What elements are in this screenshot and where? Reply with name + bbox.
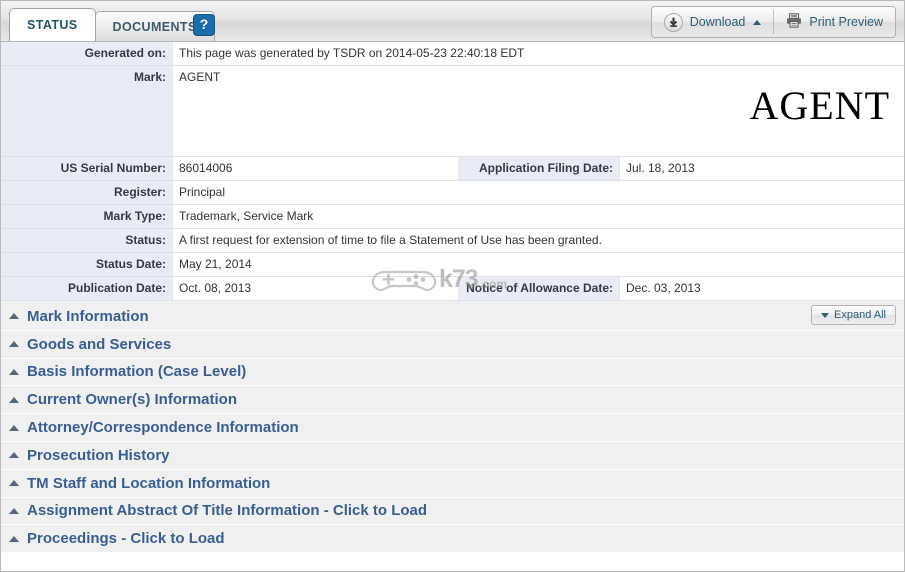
row-generated-on: Generated on: This page was generated by… — [1, 42, 904, 66]
generated-on-value: This page was generated by TSDR on 2014-… — [172, 42, 904, 65]
row-mark: Mark: AGENT AGENT — [1, 66, 904, 157]
row-mark-type: Mark Type: Trademark, Service Mark — [1, 205, 904, 229]
section-label: Attorney/Correspondence Information — [27, 419, 299, 437]
section-list: Expand All Mark Information Goods and Se… — [1, 301, 904, 554]
section-mark-information[interactable]: Mark Information — [1, 303, 904, 331]
collapse-caret-icon — [9, 452, 19, 459]
section-label: Basis Information (Case Level) — [27, 363, 247, 381]
expand-all-button[interactable]: Expand All — [811, 305, 896, 325]
us-serial-number-value: 86014006 — [172, 157, 458, 180]
toolbar: STATUS DOCUMENTS ? Download Print Previe… — [1, 1, 904, 42]
notice-of-allowance-date-label: Notice of Allowance Date: — [458, 277, 619, 300]
collapse-caret-icon — [9, 480, 19, 487]
tab-status[interactable]: STATUS — [9, 8, 96, 41]
status-field-grid: Generated on: This page was generated by… — [1, 42, 904, 301]
register-value: Principal — [172, 181, 904, 204]
row-register: Register: Principal — [1, 181, 904, 205]
collapse-caret-icon — [9, 507, 19, 514]
collapse-caret-icon — [9, 424, 19, 431]
mark-drawing-cell: AGENT AGENT — [172, 66, 904, 156]
expand-all-label: Expand All — [834, 309, 886, 321]
collapse-caret-icon — [9, 396, 19, 403]
publication-date-value: Oct. 08, 2013 — [172, 277, 458, 300]
section-assignment-abstract-of-title-information[interactable]: Assignment Abstract Of Title Information… — [1, 498, 904, 526]
mark-drawing-image: AGENT — [749, 83, 890, 128]
collapse-caret-icon — [9, 341, 19, 348]
download-label: Download — [689, 15, 746, 29]
application-filing-date-label: Application Filing Date: — [458, 157, 619, 180]
help-icon[interactable]: ? — [193, 14, 215, 36]
row-publication-and-noa: Publication Date: Oct. 08, 2013 Notice o… — [1, 277, 904, 301]
generated-on-label: Generated on: — [1, 42, 172, 65]
mark-type-label: Mark Type: — [1, 205, 172, 228]
section-basis-information[interactable]: Basis Information (Case Level) — [1, 359, 904, 387]
mark-type-value: Trademark, Service Mark — [172, 205, 904, 228]
toolbar-actions: Download Print Preview — [650, 6, 896, 38]
section-label: Prosecution History — [27, 446, 170, 464]
application-filing-date-value: Jul. 18, 2013 — [619, 157, 904, 180]
row-status-date: Status Date: May 21, 2014 — [1, 253, 904, 277]
publication-date-label: Publication Date: — [1, 277, 172, 300]
section-label: Mark Information — [27, 307, 149, 325]
status-value: A first request for extension of time to… — [172, 229, 904, 252]
mark-value: AGENT — [179, 70, 221, 84]
section-attorney-correspondence-information[interactable]: Attorney/Correspondence Information — [1, 414, 904, 442]
download-arrow-icon — [663, 12, 683, 32]
section-goods-and-services[interactable]: Goods and Services — [1, 331, 904, 359]
print-preview-label: Print Preview — [809, 15, 883, 29]
section-current-owners-information[interactable]: Current Owner(s) Information — [1, 386, 904, 415]
status-date-value: May 21, 2014 — [172, 253, 904, 276]
mark-label: Mark: — [1, 66, 172, 156]
print-preview-button[interactable]: Print Preview — [774, 7, 895, 37]
register-label: Register: — [1, 181, 172, 204]
collapse-caret-icon — [9, 313, 19, 320]
collapse-caret-icon — [9, 368, 19, 375]
section-label: Current Owner(s) Information — [27, 391, 238, 409]
help-icon-label: ? — [199, 16, 209, 32]
download-button[interactable]: Download — [652, 7, 774, 37]
tab-status-label: STATUS — [27, 18, 78, 32]
section-label: Proceedings - Click to Load — [27, 530, 225, 548]
status-label: Status: — [1, 229, 172, 252]
section-prosecution-history[interactable]: Prosecution History — [1, 442, 904, 470]
printer-icon — [786, 13, 802, 31]
us-serial-number-label: US Serial Number: — [1, 157, 172, 180]
tab-bar: STATUS DOCUMENTS — [9, 8, 215, 41]
collapse-caret-icon — [9, 535, 19, 542]
section-proceedings[interactable]: Proceedings - Click to Load — [1, 525, 904, 554]
section-label: TM Staff and Location Information — [27, 474, 271, 492]
tsdr-status-page: STATUS DOCUMENTS ? Download Print Previe… — [0, 0, 905, 572]
row-serial-and-filing-date: US Serial Number: 86014006 Application F… — [1, 157, 904, 181]
section-label: Assignment Abstract Of Title Information… — [27, 502, 428, 520]
row-status: Status: A first request for extension of… — [1, 229, 904, 253]
section-label: Goods and Services — [27, 335, 172, 353]
caret-up-icon — [753, 19, 762, 25]
tab-documents-label: DOCUMENTS — [112, 20, 197, 34]
notice-of-allowance-date-value: Dec. 03, 2013 — [619, 277, 904, 300]
status-date-label: Status Date: — [1, 253, 172, 276]
section-tm-staff-and-location-information[interactable]: TM Staff and Location Information — [1, 470, 904, 498]
caret-down-icon — [821, 312, 830, 318]
